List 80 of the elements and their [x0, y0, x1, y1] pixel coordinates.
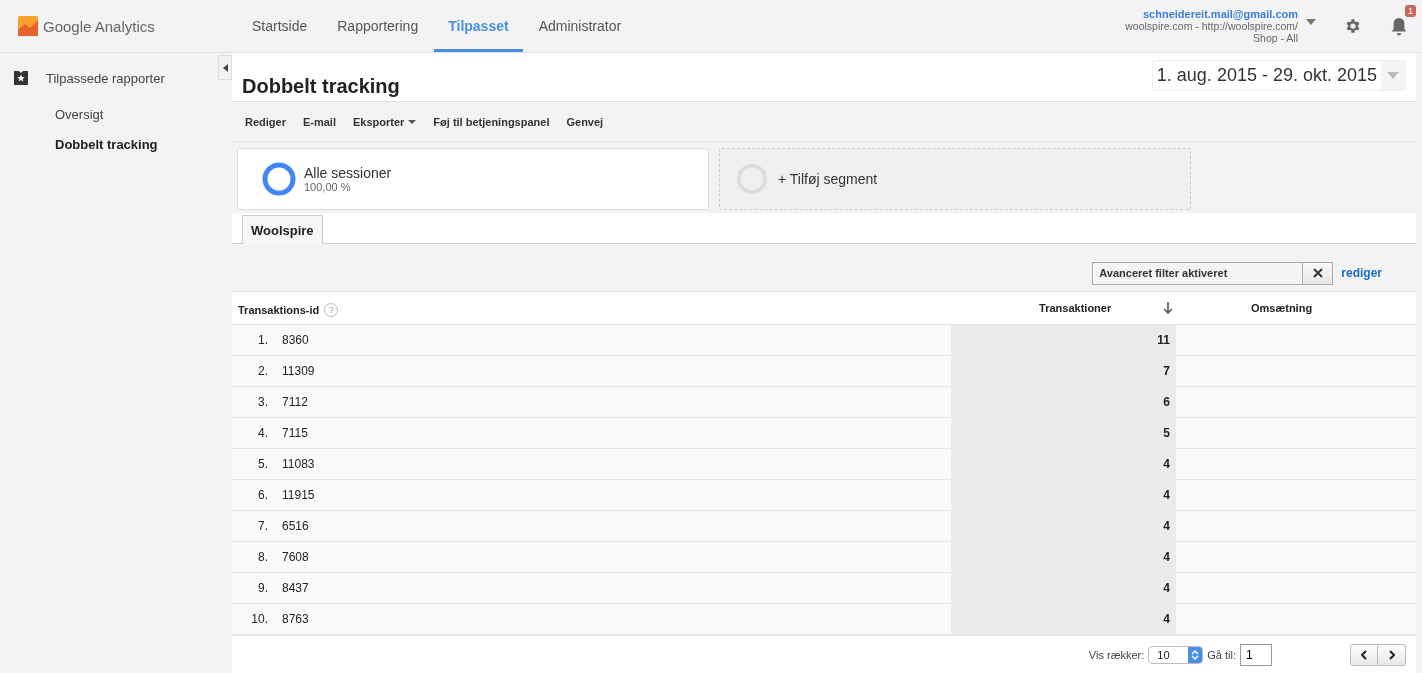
settings-icon[interactable]	[1344, 17, 1362, 35]
table-cell: 11309	[282, 364, 315, 378]
segment-card[interactable]: Alle sessioner 100,00 %	[237, 148, 709, 210]
filter-field[interactable]: Avanceret filter aktiveret	[1092, 261, 1304, 285]
table-cell: 7112	[282, 395, 308, 409]
donut-icon	[262, 162, 296, 196]
report-tab[interactable]: Woolspire	[242, 215, 323, 244]
toolbar-button[interactable]: Føj til betjeningspanel	[427, 115, 556, 128]
table-cell: 8437	[282, 581, 309, 595]
add-segment-label: + Tilføj segment	[778, 171, 878, 187]
segment-name: Alle sessioner	[304, 165, 392, 181]
add-segment-card[interactable]: + Tilføj segment	[719, 148, 1191, 210]
toolbar-button[interactable]: Eksporter	[347, 115, 423, 128]
table-cell: 6	[1163, 395, 1170, 409]
triangle-left-icon[interactable]	[222, 63, 228, 72]
row-number: 6.	[257, 488, 268, 502]
toolbar-button[interactable]: E-mail	[296, 115, 342, 128]
table-cell: 7	[1163, 364, 1170, 378]
table-cell: 8763	[282, 612, 309, 626]
column-header[interactable]: Transaktioner	[953, 292, 1178, 324]
toolbar-button[interactable]: Genvej	[560, 115, 610, 128]
row-number: 10.	[250, 612, 268, 626]
sidebar-section[interactable]: Tilpassede rapporter	[46, 70, 165, 86]
row-number: 7.	[257, 519, 268, 533]
edit-link[interactable]: rediger	[1341, 266, 1382, 280]
nav-tab[interactable]: Rapportering	[323, 0, 433, 52]
row-number: 1.	[257, 333, 268, 347]
close-button[interactable]	[1303, 261, 1334, 285]
sort-arrow-icon[interactable]	[1163, 302, 1174, 314]
table-cell: 7115	[282, 426, 308, 440]
close-icon[interactable]	[1312, 268, 1323, 278]
spinner-arrows-icon[interactable]	[1191, 648, 1200, 661]
segment-share: 100,00 %	[304, 181, 352, 193]
toolbar-button[interactable]: Rediger	[239, 115, 292, 128]
nav-tab[interactable]: Startside	[238, 0, 322, 52]
date-range-picker[interactable]: 1. aug. 2015 - 29. okt. 2015	[1151, 59, 1406, 91]
previous-button[interactable]	[1350, 643, 1378, 666]
chevron-left-icon[interactable]	[1361, 649, 1367, 660]
table-cell: 4	[1163, 581, 1170, 595]
rows-label: Vis rækker:	[1088, 648, 1145, 661]
caret-icon[interactable]	[408, 119, 417, 124]
notification-bell-icon[interactable]	[1390, 16, 1408, 36]
nav-tab[interactable]: Administrator	[524, 0, 636, 52]
row-number: 8.	[257, 550, 268, 564]
table-cell: 11	[1157, 333, 1170, 347]
sidebar-item[interactable]: Oversigt	[0, 106, 232, 124]
account-property: woolspire.com - http://woolspire.com/	[1125, 20, 1298, 32]
star-report-icon	[12, 69, 30, 87]
sidebar-item[interactable]: Dobbelt tracking	[0, 136, 232, 154]
caret-icon[interactable]	[1306, 19, 1316, 25]
column-header[interactable]: Transaktions-id ?	[232, 292, 954, 324]
table-cell: 11083	[282, 457, 315, 471]
table-cell: 11915	[282, 488, 315, 502]
table-cell: 7608	[282, 550, 309, 564]
row-number: 2.	[257, 364, 268, 378]
logo-icon	[18, 16, 38, 36]
goto-label: Gå til:	[1207, 648, 1236, 661]
row-number: 4.	[257, 426, 268, 440]
collapse-button[interactable]	[218, 55, 232, 80]
table-cell: 4	[1163, 612, 1170, 626]
account-view: Shop - All	[1253, 32, 1298, 44]
table-cell: 4	[1163, 488, 1170, 502]
rows-select[interactable]: 10	[1148, 645, 1204, 664]
row-number: 5.	[257, 457, 268, 471]
next-button[interactable]	[1378, 643, 1406, 666]
notification-count: 1	[1405, 5, 1416, 17]
account-email[interactable]: schneidereit.mail@gmail.com	[1143, 8, 1298, 20]
table-cell: 6516	[282, 519, 309, 533]
logo-text: Google Analytics	[43, 17, 155, 35]
goto-field[interactable]: 1	[1240, 643, 1272, 666]
table-cell: 4	[1163, 457, 1170, 471]
table-cell: 4	[1163, 550, 1170, 564]
table-cell: 5	[1163, 426, 1170, 440]
row-number: 3.	[257, 395, 268, 409]
table-cell: 8360	[282, 333, 309, 347]
row-number: 9.	[257, 581, 268, 595]
chevron-right-icon[interactable]	[1388, 649, 1395, 660]
report-title: Dobbelt tracking	[242, 74, 400, 98]
column-header[interactable]: Omsætning	[1177, 292, 1416, 324]
table-cell: 4	[1163, 519, 1170, 533]
